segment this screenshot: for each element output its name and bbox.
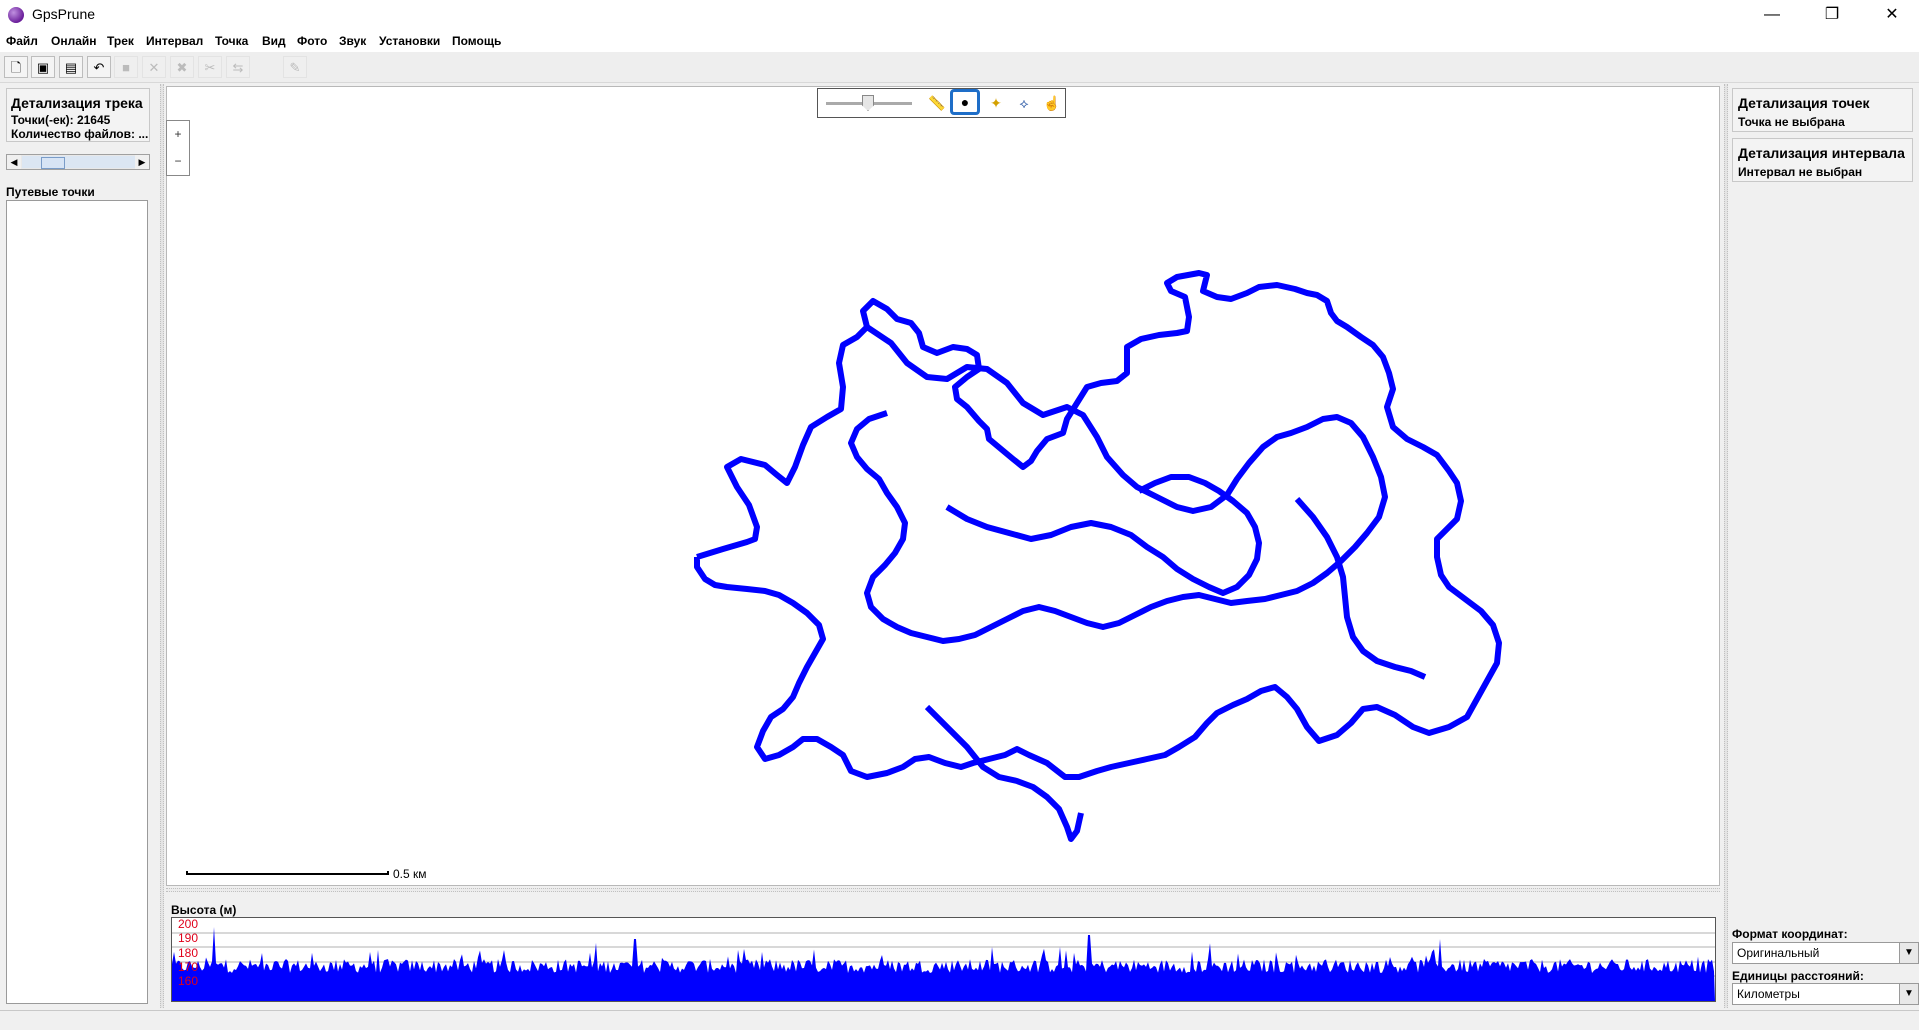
zoom-out-icon[interactable]: − [170,153,186,169]
new-file-icon[interactable]: 🗋 [4,56,28,78]
track-line [945,474,1262,596]
map-profile-splitter[interactable] [166,888,1720,892]
chevron-down-icon[interactable]: ▼ [1899,943,1918,963]
menu-audio[interactable]: Звук [339,34,366,48]
add-photo-icon[interactable]: ▣ [31,56,55,78]
menu-online[interactable]: Онлайн [51,34,97,48]
y-tick-200: 200 [178,917,199,931]
menu-point[interactable]: Точка [215,34,248,48]
y-tick-180: 180 [178,946,199,960]
altitude-profile[interactable]: 200 190 180 170 160 [171,917,1716,1002]
delete-range-icon[interactable]: ✖ [170,56,194,78]
close-button[interactable]: ✕ [1869,0,1915,30]
status-bar [0,1010,1919,1030]
toolbar: 🗋 ▣ ▤ ↶ ■ ✕ ✖ ✂ ⇆ ✎ [0,52,1919,83]
ruler-icon[interactable]: 📏 [925,93,949,113]
altitude-fill [172,927,1715,1001]
window-title: GpsPrune [32,6,96,22]
point-details-title: Детализация точек [1738,95,1870,111]
track-details-card: Детализация трека Точки(-ек): 21645 Коли… [6,88,150,142]
title-bar: GpsPrune — ❐ ✕ [0,0,1919,30]
track-line [1294,497,1427,680]
edit-icon[interactable]: ✎ [283,56,307,78]
point-details-card: Детализация точек Точка не выбрана [1732,88,1913,132]
delete-icon[interactable]: ✕ [142,56,166,78]
scroll-track[interactable] [22,156,138,168]
files-scrollbar[interactable]: ◀ ▶ [6,154,150,170]
save-icon[interactable]: ▤ [59,56,83,78]
y-tick-160: 160 [178,974,199,988]
menu-bar: Файл Онлайн Трек Интервал Точка Вид Фото… [0,30,1919,52]
menu-view[interactable]: Вид [262,34,286,48]
y-tick-190: 190 [178,931,199,945]
undo-icon[interactable]: ↶ [87,56,111,78]
crop-icon[interactable]: ✂ [198,56,222,78]
zoom-in-icon[interactable]: + [170,126,186,142]
altitude-label: Высота (м) [171,903,237,917]
scroll-left-icon[interactable]: ◀ [7,155,21,169]
map-view[interactable]: 0.5 км [166,86,1720,886]
left-splitter[interactable] [160,84,164,1008]
menu-settings[interactable]: Установки [379,34,440,48]
globe-icon[interactable]: ● [950,89,980,115]
scale-bar [186,871,389,875]
scale-label: 0.5 км [393,867,427,881]
chevron-down-icon[interactable]: ▼ [1899,984,1918,1004]
gpsprune-logo-icon [8,7,24,23]
distance-units-label: Единицы расстояний: [1732,969,1864,983]
waypoints-label: Путевые точки [6,185,95,199]
menu-file[interactable]: Файл [6,34,38,48]
minimize-button[interactable]: — [1749,0,1795,30]
right-panel: Детализация точек Точка не выбрана Детал… [1732,84,1919,1008]
menu-range[interactable]: Интервал [146,34,203,48]
transparency-slider-knob[interactable] [862,95,874,111]
y-tick-170: 170 [178,960,199,974]
left-panel: Детализация трека Точки(-ек): 21645 Коли… [0,84,160,1008]
coord-format-value: Оригинальный [1737,946,1820,960]
route-icon[interactable]: ⟡ [1012,93,1036,113]
distance-units-select[interactable]: Километры ▼ [1732,983,1919,1005]
waypoint-icon[interactable]: ✦ [984,93,1008,113]
coord-format-label: Формат координат: [1732,927,1848,941]
track-details-title: Детализация трека [11,95,143,111]
range-details-card: Детализация интервала Интервал не выбран [1732,138,1913,182]
map-controls: 📏 ● ✦ ⟡ ☝ [817,88,1066,118]
files-count: Количество файлов: ... [11,127,149,141]
menu-photo[interactable]: Фото [297,34,327,48]
reverse-icon[interactable]: ⇆ [226,56,250,78]
point-details-status: Точка не выбрана [1738,115,1845,129]
range-details-status: Интервал не выбран [1738,165,1863,179]
coord-format-select[interactable]: Оригинальный ▼ [1732,942,1919,964]
altitude-chart [172,927,1715,1001]
menu-track[interactable]: Трек [107,34,134,48]
track-canvas [694,270,1502,842]
menu-help[interactable]: Помощь [452,34,501,48]
scroll-thumb[interactable] [41,157,65,169]
track-line [848,324,1388,644]
distance-units-value: Километры [1737,987,1800,1001]
right-splitter[interactable] [1724,84,1728,1008]
zoom-controls: + − [166,120,190,176]
range-details-title: Детализация интервала [1738,145,1905,161]
points-count: Точки(-ек): 21645 [11,113,111,127]
hand-icon[interactable]: ☝ [1040,93,1064,113]
scroll-right-icon[interactable]: ▶ [135,155,149,169]
stop-icon[interactable]: ■ [114,56,138,78]
waypoints-list[interactable] [6,200,148,1004]
restore-button[interactable]: ❐ [1809,0,1855,30]
